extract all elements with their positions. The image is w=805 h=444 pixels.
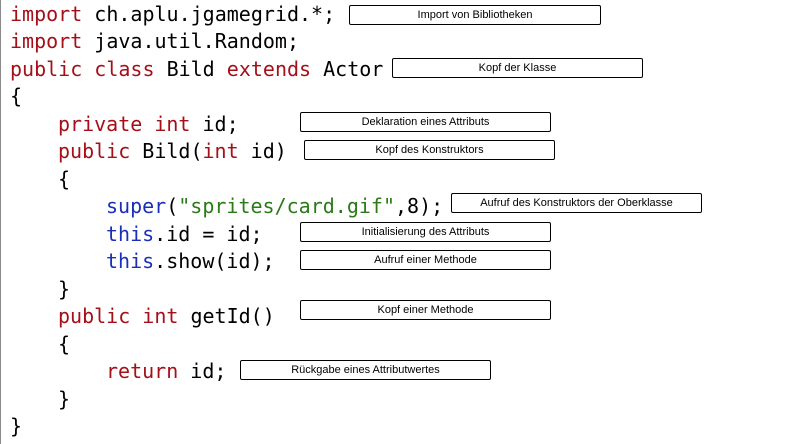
assignment: .id = id; <box>154 222 263 246</box>
close-brace: } <box>58 387 71 411</box>
close-brace: } <box>10 414 23 438</box>
method-name: getId() <box>178 304 275 328</box>
open-brace: { <box>10 84 23 108</box>
code-line-import-random: import java.util.Random; <box>10 28 299 54</box>
keyword-import: import <box>10 2 83 26</box>
keyword-this: this <box>106 249 155 273</box>
constructor-name: Bild( <box>130 139 203 163</box>
constructor-param: id) <box>238 139 287 163</box>
open-brace: { <box>58 332 71 356</box>
paren-open: ( <box>166 194 179 218</box>
label-return-value: Rückgabe eines Attributwertes <box>240 360 491 380</box>
code-line-super-call: super("sprites/card.gif",8); <box>106 193 443 219</box>
code-line-constructor-close-brace: } <box>58 276 70 302</box>
keyword-int: int <box>202 139 239 163</box>
keyword-private: private <box>58 112 143 136</box>
return-value: id; <box>178 359 227 383</box>
code-line-attribute-decl: private int id; <box>58 111 239 137</box>
code-line-class-open-brace: { <box>10 83 22 109</box>
keyword-public: public <box>58 139 131 163</box>
label-super-call: Aufruf des Konstruktors der Oberklasse <box>451 193 702 213</box>
open-brace: { <box>58 167 71 191</box>
super-args-rest: ,8); <box>395 194 444 218</box>
keyword-class: class <box>94 57 155 81</box>
code-line-constructor-open-brace: { <box>58 166 70 192</box>
keyword-public: public <box>58 304 131 328</box>
keyword-this: this <box>106 222 155 246</box>
code-line-constructor-header: public Bild(int id) <box>58 138 287 164</box>
label-attribute-init: Initialisierung des Attributs <box>300 222 551 242</box>
close-brace: } <box>58 277 71 301</box>
keyword-import: import <box>10 29 83 53</box>
code-line-method-call: this.show(id); <box>106 248 275 274</box>
keyword-super: super <box>106 194 167 218</box>
label-attribute-decl: Deklaration eines Attributs <box>300 112 551 132</box>
class-name: Bild <box>166 57 215 81</box>
code-line-class-header: public class Bild extends Actor <box>10 56 383 82</box>
keyword-extends: extends <box>226 57 312 81</box>
label-class-head: Kopf der Klasse <box>392 58 643 78</box>
keyword-int: int <box>154 112 191 136</box>
import-path: ch.aplu.jgamegrid.*; <box>82 2 336 26</box>
method-invocation: .show(id); <box>154 249 275 273</box>
code-line-method-close-brace: } <box>58 386 70 412</box>
label-method-head: Kopf einer Methode <box>300 300 551 320</box>
code-line-import-jgamegrid: import ch.aplu.jgamegrid.*; <box>10 1 335 27</box>
code-line-class-close-brace: } <box>10 413 22 439</box>
string-literal: "sprites/card.gif" <box>178 194 396 218</box>
code-line-attribute-init: this.id = id; <box>106 221 263 247</box>
code-line-method-open-brace: { <box>58 331 70 357</box>
left-border-line <box>0 0 1 444</box>
import-path: java.util.Random; <box>82 29 299 53</box>
keyword-public: public <box>10 57 83 81</box>
keyword-int: int <box>142 304 179 328</box>
attribute-name: id; <box>190 112 239 136</box>
parent-class-name: Actor <box>323 57 384 81</box>
code-line-method-header: public int getId() <box>58 303 275 329</box>
label-constructor-head: Kopf des Konstruktors <box>304 140 555 160</box>
keyword-return: return <box>106 359 179 383</box>
label-method-call: Aufruf einer Methode <box>300 250 551 270</box>
code-line-return: return id; <box>106 358 226 384</box>
label-imports: Import von Bibliotheken <box>349 5 601 25</box>
